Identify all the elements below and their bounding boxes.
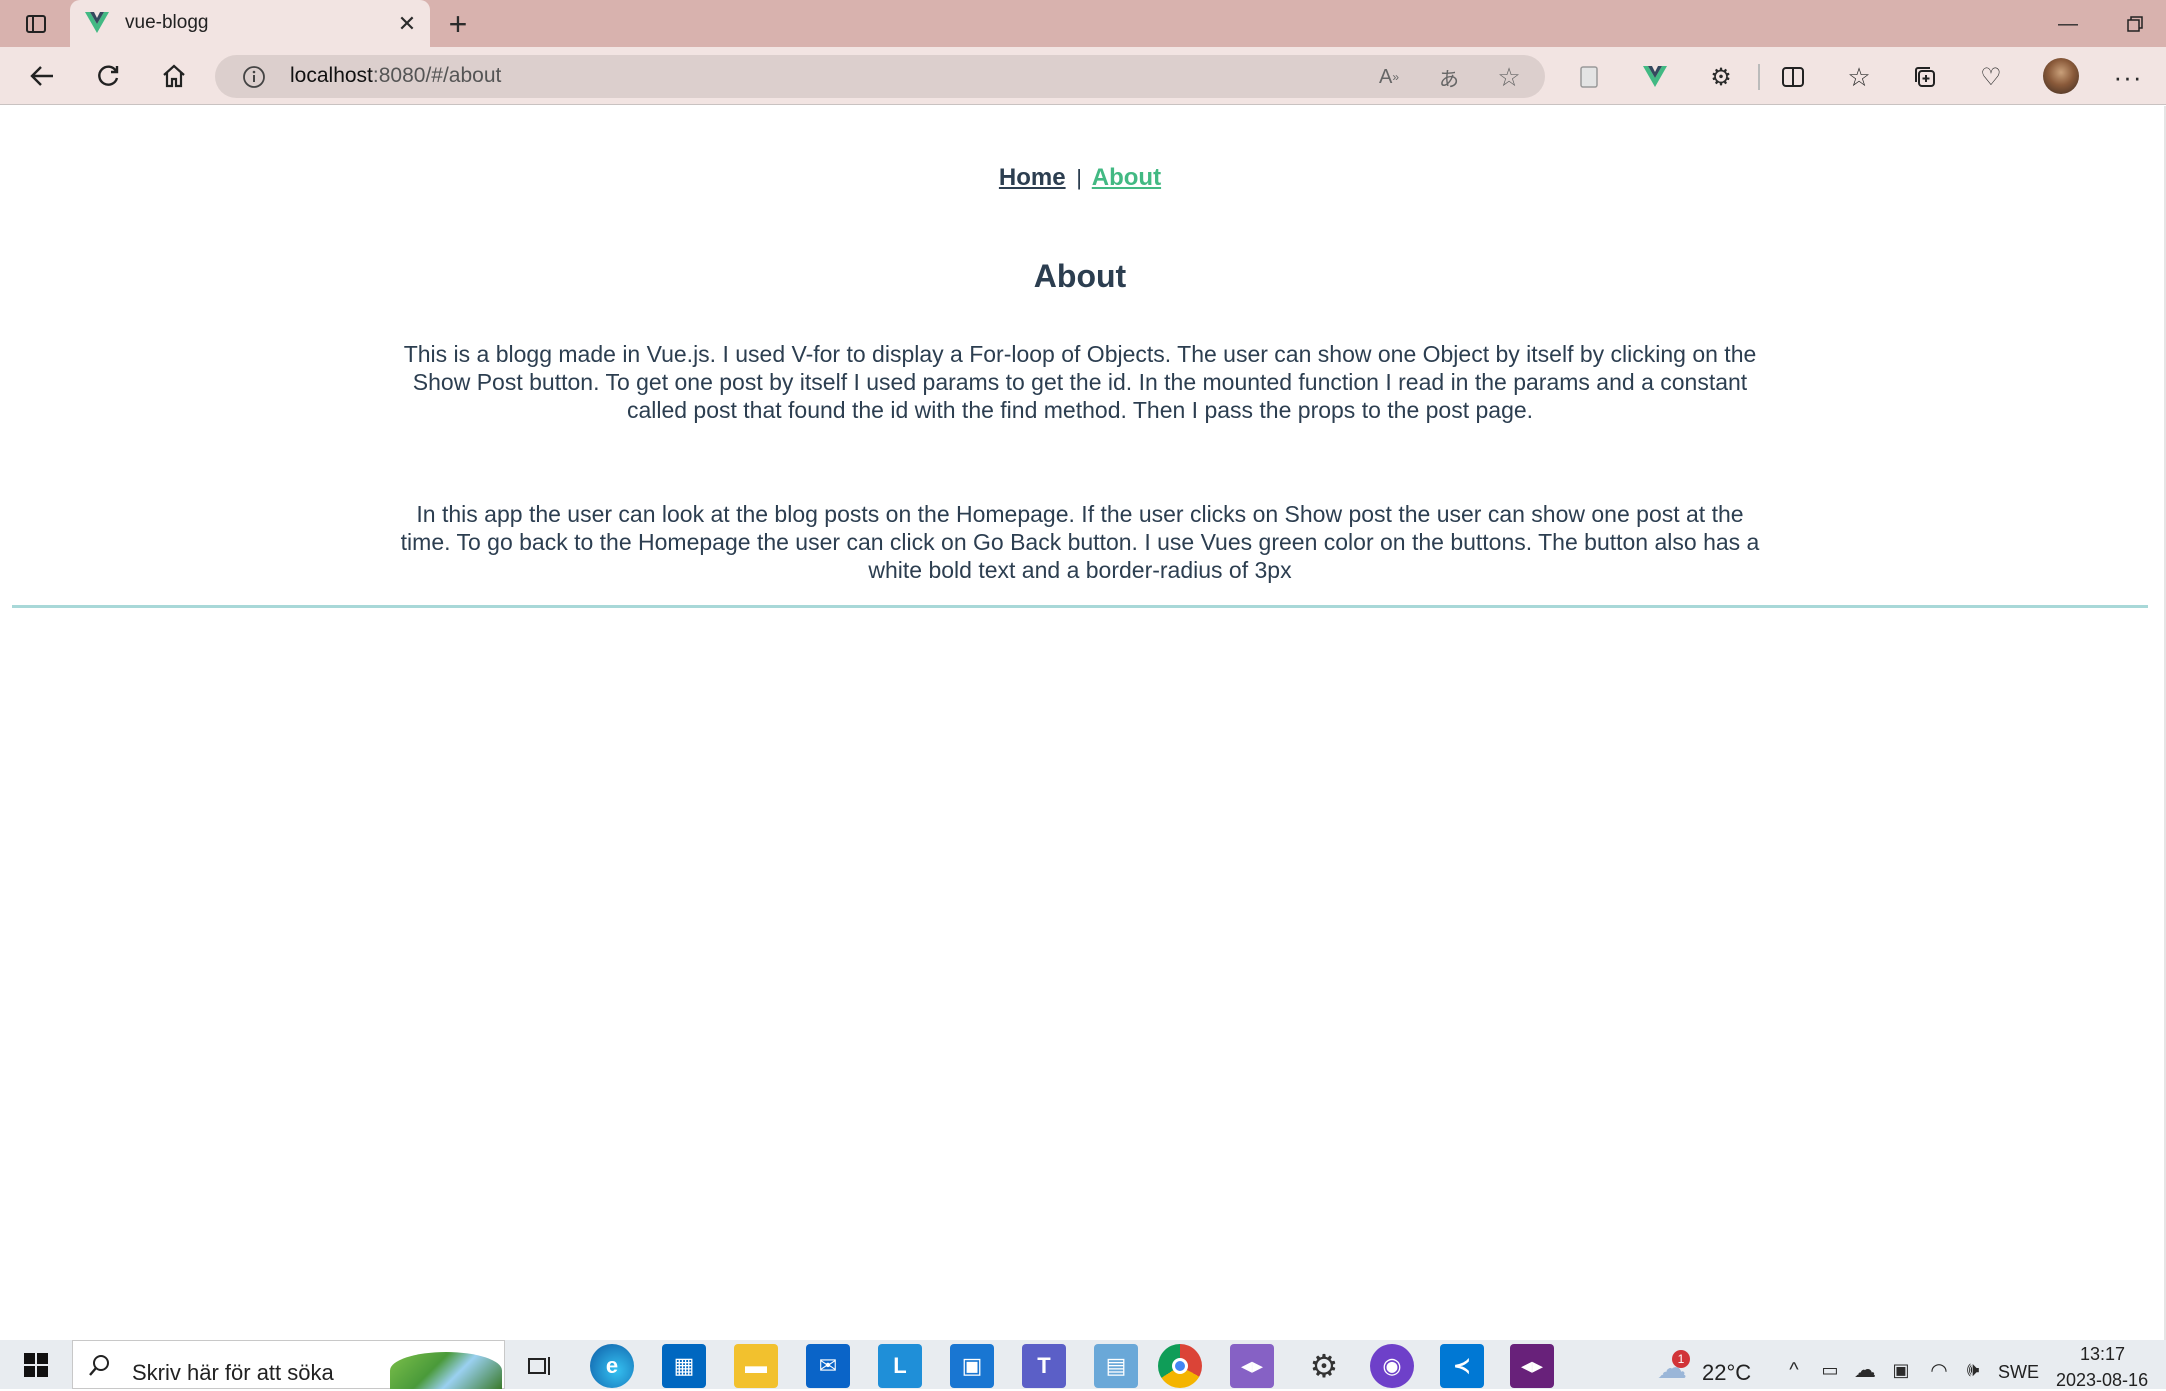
app-blue-icon[interactable]: ▣: [950, 1344, 994, 1388]
task-view-icon[interactable]: [518, 1344, 562, 1388]
minimize-icon[interactable]: —: [2045, 6, 2091, 42]
tab-title: vue-blogg: [125, 12, 209, 33]
about-paragraph-1: This is a blogg made in Vue.js. I used V…: [403, 341, 1757, 423]
home-icon[interactable]: [152, 54, 196, 98]
read-aloud-icon[interactable]: A»: [1372, 60, 1406, 94]
close-tab-icon[interactable]: ✕: [393, 10, 421, 38]
url-text[interactable]: localhost:8080/#/about: [290, 64, 501, 88]
reader-icon[interactable]: [1572, 60, 1606, 94]
volume-icon[interactable]: 🕪: [1958, 1356, 1988, 1384]
file-explorer-icon[interactable]: ▬: [734, 1344, 778, 1388]
search-highlight-image: [390, 1352, 502, 1389]
restore-icon[interactable]: [2112, 6, 2158, 42]
settings-gear-icon[interactable]: ⚙: [1302, 1344, 1346, 1388]
browser-essentials-icon[interactable]: ♡: [1974, 60, 2008, 94]
more-menu-icon[interactable]: ···: [2108, 60, 2148, 94]
nav-separator: |: [1076, 165, 1082, 190]
wifi-icon[interactable]: ◠: [1924, 1356, 1954, 1384]
profile-avatar[interactable]: [2043, 58, 2079, 94]
clock-date[interactable]: 2023-08-16: [2056, 1370, 2148, 1391]
network-status-icon[interactable]: ▣: [1886, 1356, 1916, 1384]
new-tab-icon[interactable]: +: [440, 6, 476, 42]
control-panel-icon[interactable]: ▤: [1094, 1344, 1138, 1388]
browser-tab[interactable]: [70, 0, 430, 47]
edge-icon[interactable]: e: [590, 1344, 634, 1388]
weather-temp[interactable]: 22°C: [1702, 1360, 1751, 1386]
top-nav: Home | About: [0, 164, 2160, 192]
vue-devtools-icon[interactable]: [1638, 60, 1672, 94]
vscode-icon[interactable]: ≺: [1440, 1344, 1484, 1388]
visual-studio-icon[interactable]: ◂▸: [1510, 1344, 1554, 1388]
collections-icon[interactable]: [1908, 60, 1942, 94]
meet-now-icon[interactable]: ▭: [1816, 1356, 1844, 1384]
tab-actions-icon[interactable]: [16, 8, 56, 40]
app-l-icon[interactable]: L: [878, 1344, 922, 1388]
clock-time[interactable]: 13:17: [2080, 1344, 2125, 1365]
toolbar-divider: [1758, 64, 1760, 90]
divider-line: [12, 605, 2148, 608]
nav-about-link[interactable]: About: [1092, 164, 1161, 191]
favorite-star-icon[interactable]: ☆: [1492, 60, 1526, 94]
chrome-center-icon: [1172, 1358, 1188, 1374]
about-paragraph-2: In this app the user can look at the blo…: [400, 501, 1760, 583]
mail-icon[interactable]: ✉: [806, 1344, 850, 1388]
chrome-icon[interactable]: [1158, 1344, 1202, 1388]
start-windows-icon[interactable]: [14, 1346, 58, 1384]
language-indicator[interactable]: SWE: [1998, 1362, 2039, 1383]
page-title: About: [1033, 258, 1127, 294]
visual-studio-preview-icon[interactable]: ◂▸: [1230, 1344, 1274, 1388]
search-placeholder: Skriv här för att söka: [132, 1360, 334, 1385]
back-icon[interactable]: [20, 54, 64, 98]
weather-alert-badge: 1: [1672, 1350, 1690, 1368]
refresh-icon[interactable]: [86, 54, 130, 98]
translate-icon[interactable]: あ: [1432, 60, 1466, 94]
split-screen-icon[interactable]: [1776, 60, 1810, 94]
teams-icon[interactable]: T: [1022, 1344, 1066, 1388]
url-path: :8080/#/about: [372, 64, 502, 87]
github-icon[interactable]: ◉: [1370, 1344, 1414, 1388]
search-icon: [84, 1350, 114, 1380]
vue-logo-icon: [84, 10, 110, 36]
store-icon[interactable]: ▦: [662, 1344, 706, 1388]
extensions-icon[interactable]: ⚙: [1704, 60, 1738, 94]
url-host: localhost: [290, 64, 373, 87]
onedrive-icon[interactable]: ☁: [1850, 1356, 1880, 1384]
tray-chevron-icon[interactable]: ^: [1780, 1356, 1808, 1384]
nav-home-link[interactable]: Home: [999, 164, 1066, 191]
site-info-icon[interactable]: [240, 63, 268, 91]
favorites-icon[interactable]: ☆: [1842, 60, 1876, 94]
